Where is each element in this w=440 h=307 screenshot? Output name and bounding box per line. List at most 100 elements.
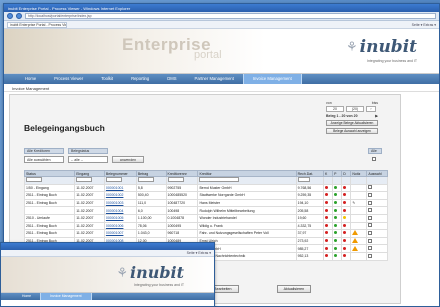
- betrag-cell: 78,06: [135, 221, 167, 231]
- table-row[interactable]: 11.02.2007 000001004 6,0 100498 Rudolph Wilh…: [23, 206, 388, 215]
- rechdat-cell: 19,60: [295, 213, 325, 223]
- warning-icon[interactable]: [352, 238, 359, 244]
- apply-filter-button[interactable]: anwenden: [112, 156, 144, 163]
- notiz-cell: [350, 206, 368, 215]
- notiz-cell: [350, 191, 368, 200]
- nav-toolkit[interactable]: Toolkit: [92, 74, 122, 84]
- row-select-checkbox[interactable]: [368, 230, 373, 235]
- row-select-checkbox[interactable]: [368, 192, 373, 197]
- auswahl-cell: [366, 191, 388, 200]
- table-row[interactable]: 2510 - Umlaufe 11.02.2007 000001005 1.100,0…: [23, 213, 388, 223]
- status-light-cell: [341, 244, 352, 253]
- column-filter[interactable]: [23, 176, 76, 185]
- nav-partner-management[interactable]: Partner Management: [186, 74, 243, 84]
- status-light-cell: [323, 221, 334, 231]
- refresh-button[interactable]: Aktualisieren: [276, 285, 312, 293]
- table-row[interactable]: 2511 - Eintrag Buch 11.02.2007 000001007 1.…: [23, 229, 388, 238]
- table-row[interactable]: 2511 - Eintrag Buch 11.02.2007 000001002 50…: [23, 191, 388, 200]
- rechdat-cell: 985,27: [295, 244, 325, 253]
- belegnummer-link[interactable]: 000001004: [103, 206, 137, 215]
- status-light-cell: [332, 236, 343, 246]
- row-select-checkbox[interactable]: [368, 238, 373, 243]
- filter-select-status[interactable]: -- alle --: [68, 156, 108, 163]
- row-select-checkbox[interactable]: [368, 200, 373, 205]
- url-field[interactable]: http://localhost/portal/enterprise/index…: [25, 13, 436, 19]
- column-filter[interactable]: [165, 176, 199, 185]
- belegnummer-link[interactable]: 000001002: [103, 191, 137, 200]
- row-select-checkbox[interactable]: [368, 246, 373, 251]
- status-cell: 2511 - Eintrag Buch: [23, 198, 76, 208]
- second-tab-bar: Seite ▾ Extras ▾: [1, 250, 214, 257]
- second-nav-home[interactable]: Home: [13, 293, 40, 300]
- red-status-dot-icon: [325, 193, 329, 197]
- rechdat-cell: 273,92: [295, 236, 325, 246]
- status-light-cell: [341, 183, 352, 193]
- status-light-cell: [332, 221, 343, 231]
- status-light-cell: [323, 198, 334, 208]
- row-select-checkbox[interactable]: [368, 223, 373, 228]
- browser-tab[interactable]: inubit Enterprise Portal - Process Viewe…: [7, 21, 67, 28]
- pager-von-input[interactable]: 20: [326, 106, 344, 112]
- row-select-checkbox[interactable]: [368, 208, 373, 213]
- warning-icon[interactable]: [352, 245, 359, 251]
- column-filter[interactable]: [103, 176, 137, 185]
- nav-reporting[interactable]: Reporting: [122, 74, 158, 84]
- status-light-cell: [323, 229, 334, 238]
- back-icon[interactable]: [7, 13, 13, 19]
- nav-invoice-management[interactable]: Invoice Management: [242, 74, 302, 84]
- status-light-cell: [332, 229, 343, 238]
- belegnummer-link[interactable]: 000001006: [103, 221, 137, 231]
- column-filter[interactable]: [74, 176, 105, 185]
- second-toolbar-commands[interactable]: Seite ▾ Extras ▾: [187, 251, 211, 255]
- top-navigation: Home Process Viewer Toolkit Reporting DM…: [4, 74, 439, 84]
- red-status-dot-icon: [325, 201, 329, 205]
- nav-dms[interactable]: DMS: [158, 74, 185, 84]
- notiz-cell: [350, 183, 368, 193]
- green-status-dot-icon: [334, 246, 338, 250]
- warning-icon[interactable]: [352, 230, 359, 236]
- filter-select-kreditor[interactable]: Alle auswählen: [24, 156, 64, 163]
- pager-go-button[interactable]: ›: [366, 106, 376, 112]
- green-status-dot-icon: [334, 201, 338, 205]
- belegnummer-link[interactable]: 000001007: [103, 229, 137, 238]
- auswahl-cell: [366, 183, 388, 193]
- column-filter[interactable]: [197, 176, 297, 185]
- row-select-checkbox[interactable]: [368, 185, 373, 190]
- belegnummer-link[interactable]: 000001001: [103, 183, 137, 193]
- show-selection-button[interactable]: Belege Auswahl anzeigen: [326, 128, 378, 134]
- second-nav-invoice-management[interactable]: Invoice Management: [40, 293, 92, 300]
- auswahl-cell: [366, 206, 388, 215]
- rechdat-cell: 9.259,35: [295, 191, 325, 200]
- red-status-dot-icon: [343, 239, 347, 243]
- nav-process-viewer[interactable]: Process Viewer: [45, 74, 92, 84]
- green-status-dot-icon: [334, 239, 338, 243]
- status-light-cell: [332, 251, 343, 261]
- row-select-checkbox[interactable]: [368, 253, 373, 258]
- red-status-dot-icon: [343, 185, 347, 189]
- notiz-cell: [350, 251, 368, 261]
- table-row[interactable]: 2511 - Eintrag Buch 11.02.2007 000001003 11…: [23, 198, 388, 208]
- pager-panel: von biss 20 (20) › Beleg 1 - 20 von 20 ▶ A…: [326, 101, 378, 134]
- nav-home[interactable]: Home: [16, 74, 45, 84]
- notiz-cell: [350, 236, 368, 246]
- refresh-documents-button[interactable]: Anzeige Belege Aktualisieren: [326, 120, 378, 126]
- column-filter[interactable]: [295, 176, 325, 185]
- table-row[interactable]: 1/50 - Eingang 11.02.2007 000001001 5,8 9902…: [23, 183, 388, 193]
- pager-bis-input[interactable]: (20): [346, 106, 364, 112]
- pager-next-icon[interactable]: ▶: [375, 114, 378, 118]
- column-filter[interactable]: [135, 176, 167, 185]
- status-light-cell: [332, 191, 343, 200]
- betrag-cell: 1.043,0: [135, 229, 167, 238]
- select-all-checkbox[interactable]: [372, 157, 376, 161]
- red-status-dot-icon: [325, 223, 329, 227]
- belegnummer-link[interactable]: 000001003: [103, 198, 137, 208]
- belegnummer-link[interactable]: 000001005: [103, 213, 137, 223]
- toolbar-commands[interactable]: Seite ▾ Extras ▾: [412, 23, 436, 27]
- table-row[interactable]: 2511 - Eintrag Buch 11.02.2007 000001006 78…: [23, 221, 388, 231]
- eingang-cell: 11.02.2007: [74, 191, 105, 200]
- status-light-cell: [341, 198, 352, 208]
- forward-icon[interactable]: [16, 13, 22, 19]
- rechdat-cell: 952,13: [295, 251, 325, 261]
- note-icon[interactable]: ✎: [352, 201, 355, 205]
- row-select-checkbox[interactable]: [368, 215, 373, 220]
